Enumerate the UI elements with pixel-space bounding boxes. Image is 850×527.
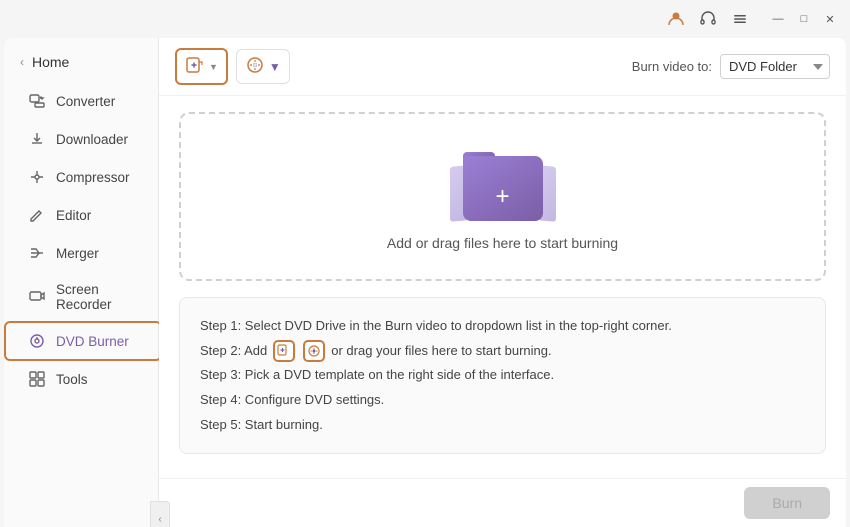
downloader-label: Downloader (56, 132, 128, 147)
home-label: Home (32, 54, 69, 70)
drop-zone[interactable]: + Add or drag files here to start burnin… (179, 112, 826, 281)
add-file-dropdown-arrow: ▼ (209, 62, 218, 72)
editor-icon (28, 206, 46, 224)
sidebar: ‹ Home Converter Downloader (4, 38, 159, 527)
titlebar: — □ ✕ (0, 0, 850, 38)
step-2-prefix: Step 2: Add (200, 339, 267, 364)
headset-icon[interactable] (694, 5, 722, 33)
screen-recorder-label: Screen Recorder (56, 282, 134, 312)
sidebar-collapse-button[interactable]: ‹ (150, 501, 170, 527)
maximize-button[interactable]: □ (792, 7, 816, 31)
merger-label: Merger (56, 246, 99, 261)
tools-label: Tools (56, 372, 88, 387)
toolbar: ▼ ▼ Burn video to: DVD Folder DVD Disc I (159, 38, 846, 96)
merger-icon (28, 244, 46, 262)
sidebar-item-screen-recorder[interactable]: Screen Recorder (12, 273, 150, 321)
sidebar-item-downloader[interactable]: Downloader (12, 121, 150, 157)
add-media-icon (245, 55, 265, 78)
app-body: ‹ Home Converter Downloader (4, 38, 846, 527)
step-2-add-media-icon (303, 340, 325, 362)
compressor-label: Compressor (56, 170, 130, 185)
sidebar-item-compressor[interactable]: Compressor (12, 159, 150, 195)
screen-recorder-icon (28, 288, 46, 306)
steps-panel: Step 1: Select DVD Drive in the Burn vid… (179, 297, 826, 454)
sidebar-item-tools[interactable]: Tools (12, 361, 150, 397)
main-content: ▼ ▼ Burn video to: DVD Folder DVD Disc I (159, 38, 846, 527)
add-file-icon (185, 55, 205, 78)
step-1: Step 1: Select DVD Drive in the Burn vid… (200, 314, 805, 339)
step-4: Step 4: Configure DVD settings. (200, 388, 805, 413)
step-5-text: Step 5: Start burning. (200, 413, 323, 438)
menu-icon[interactable] (726, 5, 754, 33)
step-1-text: Step 1: Select DVD Drive in the Burn vid… (200, 314, 672, 339)
minimize-button[interactable]: — (766, 7, 790, 31)
step-2-suffix: or drag your files here to start burning… (331, 339, 551, 364)
editor-label: Editor (56, 208, 91, 223)
add-media-button[interactable]: ▼ (236, 49, 290, 84)
back-chevron-icon: ‹ (20, 55, 24, 69)
step-3: Step 3: Pick a DVD template on the right… (200, 363, 805, 388)
step-5: Step 5: Start burning. (200, 413, 805, 438)
step-3-text: Step 3: Pick a DVD template on the right… (200, 363, 554, 388)
add-file-button[interactable]: ▼ (175, 48, 228, 85)
content-body: + Add or drag files here to start burnin… (159, 96, 846, 478)
tools-icon (28, 370, 46, 388)
converter-icon (28, 92, 46, 110)
sidebar-home[interactable]: ‹ Home (4, 46, 158, 82)
add-media-dropdown-arrow: ▼ (269, 60, 281, 74)
sidebar-item-dvd-burner[interactable]: DVD Burner (12, 323, 150, 359)
drop-zone-text: Add or drag files here to start burning (387, 235, 618, 251)
burn-button[interactable]: Burn (744, 487, 830, 519)
dvd-burner-icon (28, 332, 46, 350)
step-4-text: Step 4: Configure DVD settings. (200, 388, 384, 413)
compressor-icon (28, 168, 46, 186)
step-2-add-file-icon (273, 340, 295, 362)
sidebar-item-converter[interactable]: Converter (12, 83, 150, 119)
step-2: Step 2: Add or drag (200, 339, 805, 364)
converter-label: Converter (56, 94, 115, 109)
window-controls: — □ ✕ (766, 7, 842, 31)
burn-video-select[interactable]: DVD Folder DVD Disc ISO File (720, 54, 830, 79)
folder-illustration: + (458, 146, 548, 221)
burn-video-label: Burn video to: (632, 59, 712, 74)
downloader-icon (28, 130, 46, 148)
close-button[interactable]: ✕ (818, 7, 842, 31)
bottom-bar: Burn (159, 478, 846, 527)
sidebar-item-editor[interactable]: Editor (12, 197, 150, 233)
sidebar-item-merger[interactable]: Merger (12, 235, 150, 271)
dvd-burner-label: DVD Burner (56, 334, 129, 349)
user-icon[interactable] (662, 5, 690, 33)
